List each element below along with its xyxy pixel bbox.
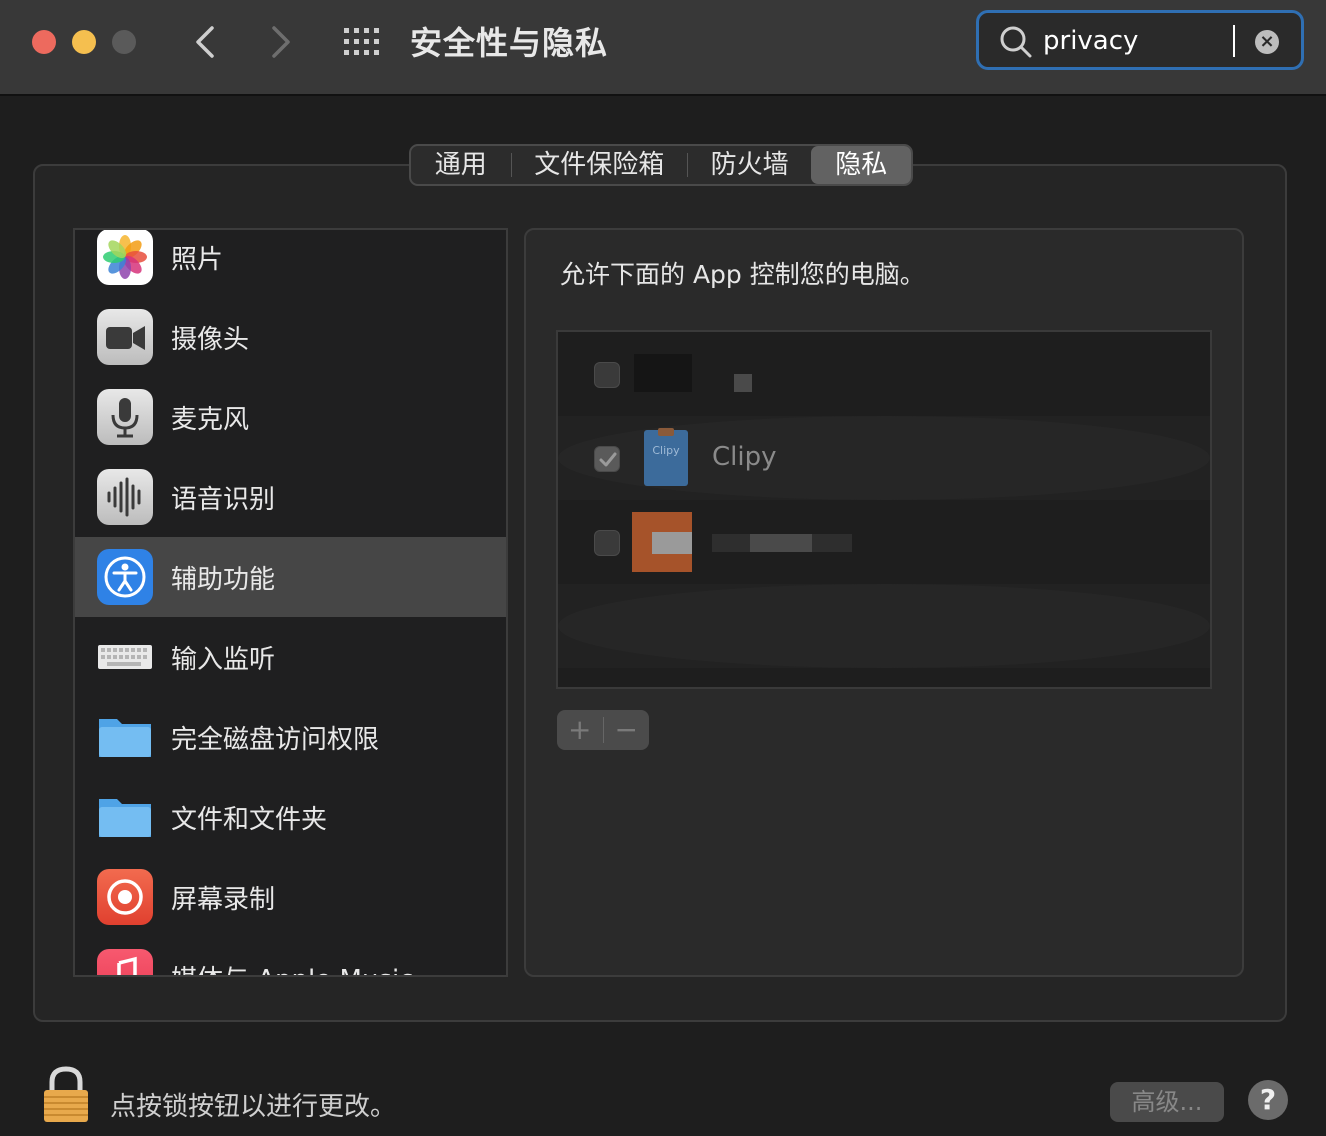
microphone-icon (97, 389, 153, 445)
app-checkbox[interactable] (594, 362, 620, 388)
keyboard-icon (97, 629, 153, 685)
sidebar-item-media-apple-music[interactable]: 媒体与 Apple Music (75, 937, 506, 975)
sidebar-item-label: 文件和文件夹 (171, 805, 328, 835)
add-app-button[interactable]: + (557, 710, 603, 750)
lock-button[interactable] (40, 1066, 92, 1128)
music-icon (97, 949, 153, 975)
clipy-app-icon: Clipy (644, 428, 688, 486)
sidebar-item-speech-recognition[interactable]: 语音识别 (75, 457, 506, 537)
app-name: Clipy (712, 442, 777, 472)
app-checkbox-checked[interactable] (594, 446, 620, 472)
sidebar-item-accessibility[interactable]: 辅助功能 (75, 537, 506, 617)
app-row-empty (558, 668, 1210, 687)
title-bar: 安全性与隐私 × (0, 0, 1326, 96)
sidebar-item-microphone[interactable]: 麦克风 (75, 377, 506, 457)
checkmark-icon (599, 452, 617, 467)
sidebar-item-full-disk-access[interactable]: 完全磁盘访问权限 (75, 697, 506, 777)
photos-icon (97, 230, 153, 285)
sidebar-item-label: 麦克风 (171, 405, 250, 435)
app-checkbox[interactable] (594, 530, 620, 556)
chevron-right-icon (272, 26, 290, 58)
sidebar-item-label: 完全磁盘访问权限 (171, 725, 380, 755)
sidebar-item-label: 语音识别 (171, 485, 276, 515)
show-all-button[interactable] (343, 27, 383, 57)
sidebar-item-label: 摄像头 (171, 325, 250, 355)
search-input[interactable] (1043, 25, 1235, 57)
lock-hint-text: 点按锁按钮以进行更改。 (110, 1092, 397, 1122)
window-title: 安全性与隐私 (410, 24, 609, 62)
speech-recognition-icon (97, 469, 153, 525)
search-icon (1000, 26, 1032, 58)
close-window-button[interactable] (32, 30, 56, 54)
folder-icon (97, 709, 153, 765)
screen-recording-icon (97, 869, 153, 925)
app-row[interactable] (558, 332, 1210, 416)
tab-firewall[interactable]: 防火墙 (688, 146, 812, 184)
sidebar-item-label: 屏幕录制 (171, 885, 276, 915)
detail-description: 允许下面的 App 控制您的电脑。 (560, 260, 925, 289)
accessibility-icon (97, 549, 153, 605)
help-button[interactable]: ? (1248, 1080, 1288, 1120)
search-field[interactable]: × (976, 10, 1304, 70)
app-icon (634, 354, 692, 392)
app-row-empty (558, 584, 1210, 668)
folder-icon (97, 789, 153, 845)
app-row-clipy[interactable]: Clipy Clipy (558, 416, 1210, 500)
sidebar-item-label: 输入监听 (171, 645, 276, 675)
tab-privacy[interactable]: 隐私 (811, 146, 912, 184)
app-list[interactable]: Clipy Clipy (556, 330, 1212, 689)
sidebar-item-input-monitoring[interactable]: 输入监听 (75, 617, 506, 697)
privacy-category-list[interactable]: 照片 摄像头 麦克风 语音识别 辅助功能 输入监听 完全磁盘访问权限 文件和文件… (73, 228, 508, 977)
sidebar-item-label: 媒体与 Apple Music (171, 959, 414, 975)
forward-button[interactable] (260, 20, 300, 64)
sidebar-item-screen-recording[interactable]: 屏幕录制 (75, 857, 506, 937)
app-icon (632, 512, 692, 572)
sidebar-item-camera[interactable]: 摄像头 (75, 297, 506, 377)
add-remove-control: + − (557, 710, 649, 750)
chevron-left-icon (196, 26, 214, 58)
back-button[interactable] (186, 20, 226, 64)
zoom-window-button[interactable] (112, 30, 136, 54)
redacted-app-name (734, 374, 752, 392)
clipy-icon-label: Clipy (652, 444, 680, 457)
sidebar-item-label: 照片 (171, 245, 224, 275)
sidebar-item-label: 辅助功能 (171, 565, 276, 595)
app-row[interactable] (558, 500, 1210, 584)
tab-bar: 通用 文件保险箱 防火墙 隐私 (409, 144, 913, 186)
minimize-window-button[interactable] (72, 30, 96, 54)
redacted-app-name (712, 534, 852, 552)
tab-filevault[interactable]: 文件保险箱 (512, 146, 687, 184)
camera-icon (97, 309, 153, 365)
sidebar-item-files-and-folders[interactable]: 文件和文件夹 (75, 777, 506, 857)
tab-general[interactable]: 通用 (411, 146, 511, 184)
remove-app-button[interactable]: − (604, 710, 650, 750)
sidebar-item-photos[interactable]: 照片 (75, 230, 506, 297)
clear-search-icon[interactable]: × (1255, 30, 1279, 54)
advanced-button[interactable]: 高级... (1110, 1082, 1224, 1122)
grid-icon (344, 28, 379, 55)
lock-icon (44, 1066, 88, 1122)
